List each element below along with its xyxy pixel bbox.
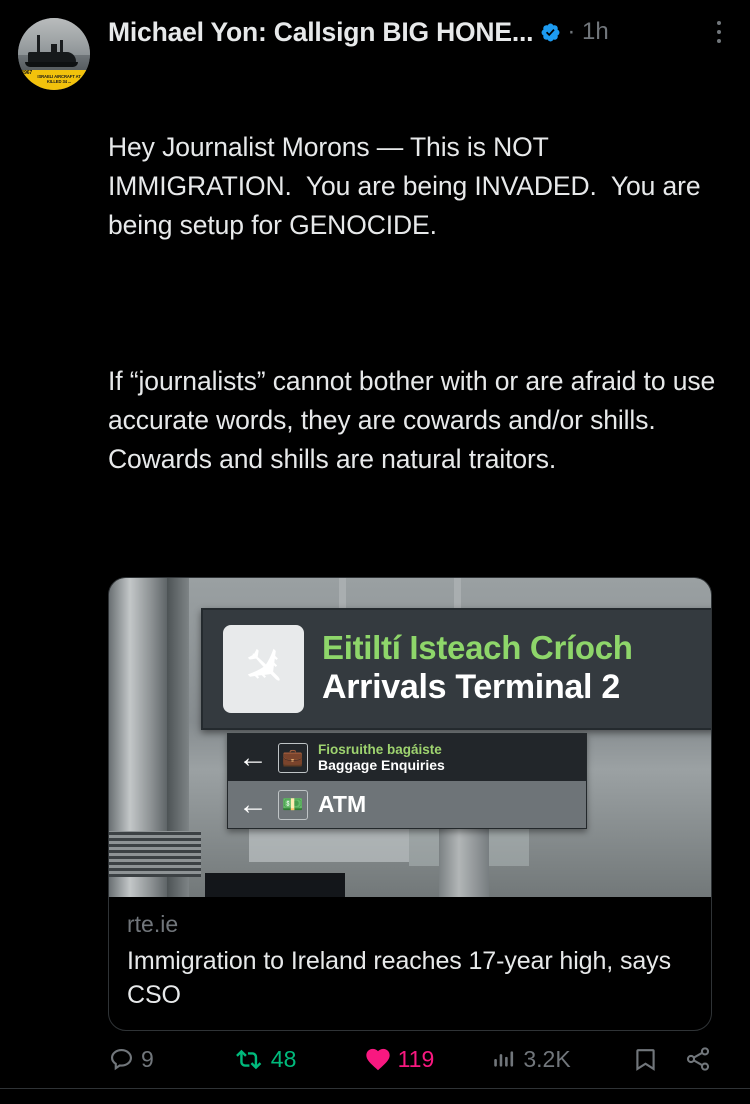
link-card-domain: rte.ie bbox=[127, 911, 179, 937]
bookmark-button[interactable] bbox=[632, 1046, 684, 1073]
tweet-item-2[interactable]: ISRAELI AIRCRAFT AT KILLED 34 ... 1967 M… bbox=[0, 1089, 750, 1104]
tweet-header: Michael Yon: Callsign BIG HONE... · 1h bbox=[108, 14, 732, 50]
floor-shadow bbox=[205, 873, 345, 897]
avatar-hull bbox=[25, 61, 79, 67]
arrivals-sign-english: Arrivals Terminal 2 bbox=[322, 668, 620, 707]
views-bar-chart-icon bbox=[494, 1051, 514, 1067]
more-options-icon[interactable] bbox=[706, 15, 732, 49]
baggage-irish: Fiosruithe bagáiste bbox=[318, 741, 442, 757]
baggage-english: Baggage Enquiries bbox=[318, 757, 445, 774]
link-card-body: rte.ie Immigration to Ireland reaches 17… bbox=[109, 897, 711, 1030]
tweet-paragraph-2: If “journalists” cannot bother with or a… bbox=[108, 366, 723, 474]
reply-icon bbox=[110, 1048, 133, 1070]
like-count: 119 bbox=[397, 1045, 435, 1072]
timestamp-value: 1h bbox=[582, 18, 609, 45]
tweet-timestamp: · 1h bbox=[567, 18, 608, 46]
views-button[interactable]: 3.2K bbox=[491, 1046, 632, 1073]
atm-label: ATM bbox=[318, 791, 367, 817]
repost-count: 48 bbox=[270, 1045, 297, 1072]
link-card-title: Immigration to Ireland reaches 17-year h… bbox=[127, 946, 671, 1009]
banknotes-icon: 💵 bbox=[278, 789, 308, 820]
avatar-caption-line2: KILLED 34 ... bbox=[46, 79, 72, 85]
reply-count: 9 bbox=[141, 1045, 154, 1072]
bookmark-icon bbox=[636, 1048, 656, 1071]
views-count: 3.2K bbox=[523, 1045, 571, 1072]
tweet-actions: 9 48 119 3.2K bbox=[108, 1045, 712, 1088]
sign-row-atm: ← 💵 ATM bbox=[228, 781, 586, 828]
reply-button[interactable]: 9 bbox=[108, 1046, 236, 1073]
share-button[interactable] bbox=[684, 1045, 712, 1073]
sign-row-baggage: ← 💼 Fiosruithe bagáiste Baggage Enquirie… bbox=[228, 734, 586, 781]
arrow-left-icon: ← bbox=[238, 740, 268, 774]
link-preview-card[interactable]: ✈ Eitiltí Isteach Críoch Arrivals Termin… bbox=[108, 577, 712, 1031]
tweet-feed: ISRAELI AIRCRAFT AT KILLED 34 ... 1967 M… bbox=[0, 0, 750, 1104]
directional-sign: ← 💼 Fiosruithe bagáiste Baggage Enquirie… bbox=[227, 733, 587, 829]
meta-separator: · bbox=[567, 18, 576, 45]
baggage-enquiries-icon: 💼 bbox=[278, 742, 308, 773]
repost-icon bbox=[235, 1049, 262, 1069]
share-icon bbox=[686, 1047, 710, 1071]
tweet-item-1[interactable]: ISRAELI AIRCRAFT AT KILLED 34 ... 1967 M… bbox=[0, 0, 750, 1088]
airplane-landing-icon: ✈ bbox=[223, 625, 304, 713]
tweet-paragraph-1: Hey Journalist Morons — This is NOT IMMI… bbox=[108, 132, 708, 240]
arrivals-sign-irish: Eitiltí Isteach Críoch bbox=[322, 629, 633, 667]
heart-icon bbox=[365, 1048, 390, 1071]
ceiling-pipe bbox=[339, 578, 346, 612]
tweet-body: Hey Journalist Morons — This is NOT IMMI… bbox=[108, 50, 732, 557]
column-base bbox=[109, 831, 201, 877]
link-card-image: ✈ Eitiltí Isteach Críoch Arrivals Termin… bbox=[109, 578, 711, 897]
repost-button[interactable]: 48 bbox=[235, 1045, 364, 1074]
author-display-name[interactable]: Michael Yon: Callsign BIG HONE... bbox=[108, 17, 534, 48]
arrivals-sign: ✈ Eitiltí Isteach Críoch Arrivals Termin… bbox=[201, 608, 711, 730]
like-button[interactable]: 119 bbox=[364, 1045, 492, 1073]
verified-badge-icon bbox=[540, 22, 561, 43]
avatar-caption-year: 1967 bbox=[21, 69, 32, 76]
ceiling-pipe bbox=[454, 578, 461, 612]
arrow-left-icon: ← bbox=[238, 787, 268, 821]
avatar[interactable]: ISRAELI AIRCRAFT AT KILLED 34 ... 1967 bbox=[18, 18, 90, 90]
